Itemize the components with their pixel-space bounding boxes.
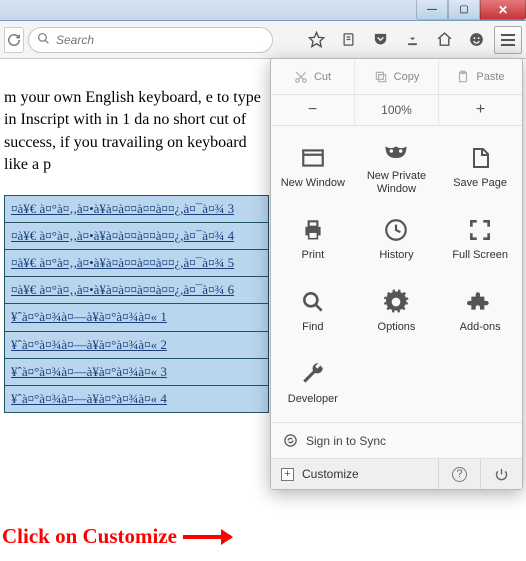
search-icon xyxy=(37,32,50,48)
menu-item-new-window[interactable]: New Window xyxy=(271,130,355,202)
menu-item-print[interactable]: Print xyxy=(271,202,355,274)
hamburger-menu-button[interactable] xyxy=(494,26,522,54)
pocket-button[interactable] xyxy=(366,26,394,54)
annotation-callout: Click on Customize xyxy=(2,524,231,549)
window-maximize-button[interactable]: ▢ xyxy=(448,0,480,20)
table-link[interactable]: ¥ˆà¤°à¤¾à¤—à¥à¤°à¤¾à¤« 4 xyxy=(5,385,269,412)
power-icon xyxy=(494,467,509,482)
callout-text: Click on Customize xyxy=(2,524,177,549)
history-icon xyxy=(381,215,411,245)
menu-item-save-page[interactable]: Save Page xyxy=(438,130,522,202)
zoom-in-button[interactable]: + xyxy=(438,95,522,125)
hello-button[interactable] xyxy=(462,26,490,54)
fullscreen-icon xyxy=(465,215,495,245)
mask-icon xyxy=(381,136,411,166)
menu-item-addons[interactable]: Add-ons xyxy=(438,274,522,346)
zoom-out-button[interactable]: − xyxy=(271,95,354,125)
reading-list-button[interactable] xyxy=(334,26,362,54)
table-link[interactable]: ¤à¥€ à¤°à¤‚,à¤•à¥à¤à¤¤à¤¤à¤¤¿,à¤¯à¤¾ 6 xyxy=(5,277,269,304)
hamburger-menu-panel: Cut Copy Paste − 100% + New Window New P… xyxy=(270,58,523,490)
window-minimize-button[interactable]: — xyxy=(416,0,448,20)
paste-icon xyxy=(456,70,470,84)
search-box[interactable] xyxy=(28,27,273,53)
hamburger-icon xyxy=(501,39,515,41)
copy-icon xyxy=(374,70,388,84)
table-link[interactable]: ¥ˆà¤°à¤¾à¤—à¥à¤°à¤¾à¤« 3 xyxy=(5,358,269,385)
reload-button[interactable] xyxy=(4,27,24,53)
table-link[interactable]: ¤à¥€ à¤°à¤‚,à¤•à¥à¤à¤¤à¤¤à¤¤¿,à¤¯à¤¾ 3 xyxy=(5,195,269,222)
wrench-icon xyxy=(298,359,328,389)
save-icon xyxy=(465,143,495,173)
table-link[interactable]: ¤à¥€ à¤°à¤‚,à¤•à¥à¤à¤¤à¤¤à¤¤¿,à¤¯à¤¾ 5 xyxy=(5,249,269,276)
window-close-button[interactable]: ✕ xyxy=(480,0,526,20)
window-titlebar: — ▢ ✕ xyxy=(0,0,526,21)
arrow-icon xyxy=(183,535,231,539)
table-link[interactable]: ¥ˆà¤°à¤¾à¤—à¥à¤°à¤¾à¤« 2 xyxy=(5,331,269,358)
menu-help-button[interactable]: ? xyxy=(438,459,480,489)
links-table: ¤à¥€ à¤°à¤‚,à¤•à¥à¤à¤¤à¤¤à¤¤¿,à¤¯à¤¾ 3 ¤… xyxy=(4,195,269,414)
page-content: m your own English keyboard, e to type i… xyxy=(0,59,268,413)
bookmark-star-button[interactable] xyxy=(302,26,330,54)
menu-item-developer[interactable]: Developer xyxy=(271,346,355,418)
downloads-button[interactable] xyxy=(398,26,426,54)
menu-item-fullscreen[interactable]: Full Screen xyxy=(438,202,522,274)
help-icon: ? xyxy=(452,467,467,482)
menu-grid: New Window New Private Window Save Page … xyxy=(271,126,522,422)
menu-copy[interactable]: Copy xyxy=(354,59,438,95)
gear-icon xyxy=(381,287,411,317)
menu-sign-in[interactable]: Sign in to Sync xyxy=(271,422,522,458)
find-icon xyxy=(298,287,328,317)
home-button[interactable] xyxy=(430,26,458,54)
paragraph-text: m your own English keyboard, e to type i… xyxy=(4,87,268,177)
menu-item-options[interactable]: Options xyxy=(355,274,439,346)
new-window-icon xyxy=(298,143,328,173)
plus-icon: + xyxy=(281,468,294,481)
menu-item-private-window[interactable]: New Private Window xyxy=(355,130,439,202)
menu-paste[interactable]: Paste xyxy=(438,59,522,95)
browser-toolbar xyxy=(0,21,526,59)
cut-icon xyxy=(294,70,308,84)
menu-item-history[interactable]: History xyxy=(355,202,439,274)
table-link[interactable]: ¤à¥€ à¤°à¤‚,à¤•à¥à¤à¤¤à¤¤à¤¤¿,à¤¯à¤¾ 4 xyxy=(5,222,269,249)
search-input[interactable] xyxy=(56,33,264,47)
menu-cut[interactable]: Cut xyxy=(271,59,354,95)
puzzle-icon xyxy=(465,287,495,317)
menu-customize[interactable]: + Customize xyxy=(271,459,438,489)
menu-item-find[interactable]: Find xyxy=(271,274,355,346)
table-link[interactable]: ¥ˆà¤°à¤¾à¤—à¥à¤°à¤¾à¤« 1 xyxy=(5,304,269,331)
sync-icon xyxy=(283,433,298,448)
menu-quit-button[interactable] xyxy=(480,459,522,489)
print-icon xyxy=(298,215,328,245)
zoom-level[interactable]: 100% xyxy=(354,95,438,125)
